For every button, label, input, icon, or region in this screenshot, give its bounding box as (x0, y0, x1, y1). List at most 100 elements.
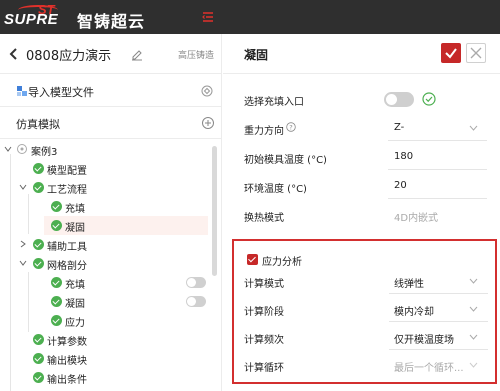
chevron-right-icon[interactable] (19, 240, 27, 248)
chevron-down-icon[interactable] (19, 183, 27, 191)
check-circle-icon (33, 163, 44, 174)
tree-item-solidification[interactable]: 凝固 (44, 216, 208, 235)
tree-item-calc-params[interactable]: 计算参数 (0, 330, 210, 349)
heat-mode-row: 换热模式 4D内嵌式 (223, 203, 500, 229)
check-circle-icon (33, 372, 44, 383)
calc-mode-label: 计算模式 (244, 279, 284, 290)
gravity-select[interactable]: Z- (394, 122, 404, 133)
calc-cycle-row[interactable]: 计算循环 最后一个循环... (234, 353, 495, 379)
tree-label: 充填 (65, 280, 85, 291)
chevron-down-icon[interactable] (469, 278, 478, 284)
mold-temp-input[interactable]: 180 (394, 151, 413, 162)
chevron-down-icon[interactable] (469, 306, 478, 312)
calc-cycle-select[interactable]: 最后一个循环... (394, 359, 464, 374)
tree-scrollbar[interactable] (212, 146, 217, 276)
tree-item-mesh[interactable]: 网格剖分 (0, 254, 210, 273)
tree-item-case[interactable]: 案例3 (0, 140, 222, 159)
check-circle-icon (51, 315, 62, 326)
mold-temp-label: 初始模具温度 (°C) (244, 155, 327, 166)
stress-analysis-label: 应力分析 (262, 257, 302, 268)
tree-label: 输出条件 (47, 375, 87, 386)
calc-frequency-row[interactable]: 计算频次 仅开模温度场 (234, 325, 495, 351)
calc-stage-row[interactable]: 计算阶段 模内冷却 (234, 297, 495, 323)
confirm-button[interactable] (441, 43, 461, 63)
menu-fold-icon[interactable] (201, 10, 215, 24)
tree-item-filling[interactable]: 充填 (0, 197, 210, 216)
check-circle-icon (51, 277, 62, 288)
env-temp-input[interactable]: 20 (394, 180, 407, 191)
mold-temp-row: 初始模具温度 (°C) 180 (223, 145, 500, 171)
tree-label: 凝固 (65, 299, 85, 310)
mesh-solidification-toggle[interactable] (186, 296, 206, 307)
field-underline (388, 140, 487, 141)
model-settings-icon[interactable] (200, 84, 214, 98)
tree-item-mesh-stress[interactable]: 应力 (0, 311, 210, 330)
check-circle-icon (33, 258, 44, 269)
heat-mode-value: 4D内嵌式 (394, 213, 439, 224)
gravity-label: 重力方向 (244, 126, 284, 137)
field-underline (389, 293, 488, 294)
heat-mode-label: 换热模式 (244, 213, 284, 224)
chevron-down-icon[interactable] (469, 125, 478, 131)
calc-cycle-label: 计算循环 (244, 363, 284, 374)
chevron-down-icon[interactable] (469, 362, 478, 368)
back-arrow-icon[interactable] (8, 46, 20, 62)
logo-chinese-name: 智铸超云 (77, 12, 146, 31)
tree-item-mesh-solidification[interactable]: 凝固 (0, 292, 210, 311)
simulation-row: 仿真模拟 (0, 112, 222, 136)
import-model-label[interactable]: 导入模型文件 (28, 84, 94, 100)
properties-panel: 凝固 选择充填入口 重力方向 ? Z- 初始模具温度 (°C) 180 环境温度… (223, 34, 500, 391)
stress-analysis-checkbox[interactable] (247, 254, 258, 265)
check-circle-icon (33, 353, 44, 364)
check-circle-icon (33, 239, 44, 250)
tree-item-output-module[interactable]: 输出模块 (0, 349, 210, 368)
stress-analysis-section: 应力分析 计算模式 线弹性 计算阶段 模内冷却 计算频次 仅开模温度场 计算循环… (232, 239, 497, 384)
chevron-down-icon[interactable] (469, 334, 478, 340)
calc-stage-select[interactable]: 模内冷却 (394, 303, 434, 318)
tree-label: 计算参数 (47, 337, 87, 348)
gravity-row[interactable]: 重力方向 ? Z- (223, 116, 500, 142)
project-title: 0808应力演示 (26, 49, 112, 64)
tree-item-output-conditions[interactable]: 输出条件 (0, 368, 210, 387)
simulation-label: 仿真模拟 (16, 118, 60, 131)
top-bar: ST SUPRE 智铸超云 (0, 0, 500, 34)
tree-label: 工艺流程 (47, 185, 87, 196)
tree-item-aux-tools[interactable]: 辅助工具 (0, 235, 210, 254)
tree-label: 网格剖分 (47, 261, 87, 272)
edit-icon[interactable] (130, 47, 144, 61)
tree-item-mesh-filling[interactable]: 充填 (0, 273, 210, 292)
panel-title: 凝固 (244, 48, 269, 62)
cancel-button[interactable] (466, 43, 486, 63)
tree-item-process[interactable]: 工艺流程 (0, 178, 210, 197)
tree-item-model-config[interactable]: 模型配置 (0, 159, 210, 178)
add-case-icon[interactable] (201, 116, 215, 130)
panel-header: 凝固 (223, 34, 500, 74)
field-underline (388, 198, 487, 199)
svg-text:?: ? (289, 123, 292, 131)
check-icon (445, 48, 457, 59)
divider (0, 106, 222, 107)
mesh-filling-toggle[interactable] (186, 277, 206, 288)
tree-label: 应力 (65, 318, 85, 329)
field-underline (389, 349, 488, 350)
help-icon[interactable]: ? (286, 122, 296, 132)
calc-frequency-select[interactable]: 仅开模温度场 (394, 331, 454, 346)
logo: ST SUPRE 智铸超云 (4, 2, 174, 32)
calc-mode-row[interactable]: 计算模式 线弹性 (234, 269, 495, 295)
project-type: 高压铸造 (178, 51, 215, 61)
inlet-row: 选择充填入口 (223, 87, 500, 113)
tree-label: 模型配置 (47, 166, 87, 177)
logo-wordmark: SUPRE (4, 11, 59, 28)
import-model-row[interactable]: 导入模型文件 (0, 78, 222, 104)
calc-mode-select[interactable]: 线弹性 (394, 275, 424, 290)
inlet-toggle[interactable] (384, 92, 414, 107)
env-temp-label: 环境温度 (°C) (244, 184, 307, 195)
chevron-down-icon[interactable] (4, 145, 12, 153)
tree-label: 案例3 (31, 147, 58, 158)
tree-label: 输出模块 (47, 356, 87, 367)
tree-label: 凝固 (65, 223, 85, 234)
check-circle-icon (51, 201, 62, 212)
chevron-down-icon[interactable] (19, 259, 27, 267)
case-icon (17, 144, 27, 154)
field-underline (389, 321, 488, 322)
